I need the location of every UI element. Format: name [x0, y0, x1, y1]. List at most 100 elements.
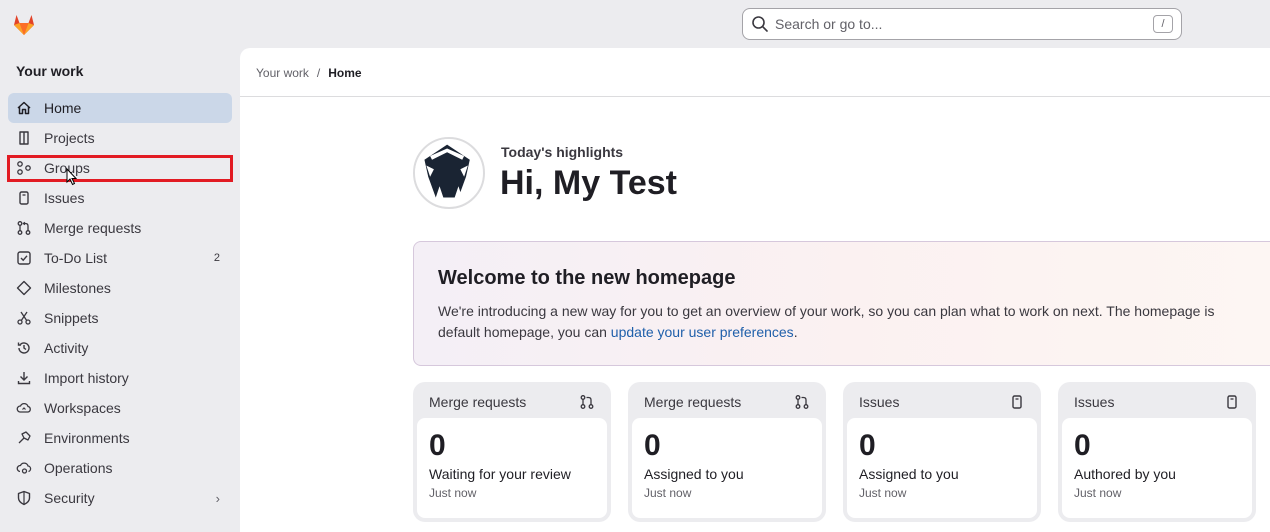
card-timestamp: Just now: [429, 486, 477, 500]
download-icon: [16, 370, 32, 386]
card-title: Merge requests: [429, 394, 527, 410]
card-timestamp: Just now: [1074, 486, 1122, 500]
sidebar-item-home[interactable]: Home: [8, 93, 232, 123]
todays-highlights-label: Today's highlights: [501, 144, 624, 160]
sidebar-item-label: Home: [44, 100, 82, 116]
card-body: 0 Assigned to you Just now: [847, 418, 1037, 518]
sidebar-item-label: Workspaces: [44, 400, 121, 416]
sidebar-item-workspaces[interactable]: Workspaces: [8, 393, 232, 423]
history-icon: [16, 340, 32, 356]
merge-request-icon: [795, 395, 809, 409]
sidebar-item-label: Operations: [44, 460, 113, 476]
sidebar-item-label: Environments: [44, 430, 130, 446]
shield-icon: [16, 490, 32, 506]
summary-cards: Merge requests 0 Waiting for your review…: [413, 382, 1256, 522]
breadcrumb: Your work / Home: [256, 66, 362, 80]
sidebar-item-operations[interactable]: Operations: [8, 453, 232, 483]
breadcrumb-current: Home: [328, 66, 362, 80]
sidebar-title: Your work: [16, 63, 84, 79]
sidebar-item-label: Import history: [44, 370, 129, 386]
card-title: Issues: [1074, 394, 1115, 410]
merge-request-icon: [16, 220, 32, 236]
card-header: Merge requests: [632, 386, 822, 418]
merge-request-icon: [580, 395, 594, 409]
sidebar-item-import-history[interactable]: Import history: [8, 363, 232, 393]
card-body: 0 Waiting for your review Just now: [417, 418, 607, 518]
avatar-image-icon: [415, 139, 480, 204]
card-count: 0: [1074, 429, 1091, 462]
card-count: 0: [644, 429, 661, 462]
card-issues-assigned[interactable]: Issues 0 Assigned to you Just now: [843, 382, 1041, 522]
page-title: Hi, My Test: [500, 164, 677, 202]
workspace-icon: [16, 400, 32, 416]
sidebar-item-milestones[interactable]: Milestones: [8, 273, 232, 303]
sidebar-item-activity[interactable]: Activity: [8, 333, 232, 363]
sidebar-item-merge-requests[interactable]: Merge requests: [8, 213, 232, 243]
card-label: Assigned to you: [859, 466, 959, 482]
card-label: Waiting for your review: [429, 466, 571, 482]
sidebar-item-label: Issues: [44, 190, 85, 206]
cloud-gear-icon: [16, 460, 32, 476]
card-issues-authored[interactable]: Issues 0 Authored by you Just now: [1058, 382, 1256, 522]
project-icon: [16, 130, 32, 146]
welcome-title: Welcome to the new homepage: [438, 267, 736, 289]
groups-highlight-box: [7, 155, 233, 182]
todo-icon: [16, 250, 32, 266]
issues-icon: [1227, 395, 1237, 409]
card-label: Authored by you: [1074, 466, 1176, 482]
card-title: Issues: [859, 394, 900, 410]
issues-icon: [1012, 395, 1022, 409]
search-icon: [752, 16, 768, 32]
sidebar-item-projects[interactable]: Projects: [8, 123, 232, 153]
sidebar-item-security[interactable]: Security ›: [8, 483, 232, 513]
card-body: 0 Authored by you Just now: [1062, 418, 1252, 518]
welcome-banner: Welcome to the new homepage We're introd…: [413, 241, 1270, 366]
welcome-text-line1: We're introducing a new way for you to g…: [438, 303, 1215, 319]
search-input[interactable]: Search or go to... /: [742, 8, 1182, 40]
sidebar-item-issues[interactable]: Issues: [8, 183, 232, 213]
card-timestamp: Just now: [644, 486, 692, 500]
card-header: Issues: [1062, 386, 1252, 418]
card-title: Merge requests: [644, 394, 742, 410]
welcome-text: We're introducing a new way for you to g…: [438, 301, 1270, 343]
avatar[interactable]: [413, 137, 485, 209]
header-divider: [240, 96, 1270, 97]
chevron-right-icon: ›: [215, 490, 220, 506]
sidebar-item-label: To-Do List: [44, 250, 108, 266]
sidebar-item-label: Snippets: [44, 310, 99, 326]
welcome-text-line2: default homepage, you can: [438, 324, 607, 340]
user-preferences-link[interactable]: update your user preferences: [611, 324, 794, 340]
card-count: 0: [859, 429, 876, 462]
main-content: Your work / Home Today's highlights Hi, …: [240, 48, 1270, 532]
snippet-icon: [16, 310, 32, 326]
home-icon: [16, 100, 32, 116]
card-header: Merge requests: [417, 386, 607, 418]
mouse-cursor-icon: [66, 168, 78, 186]
milestone-icon: [16, 280, 32, 296]
sidebar-item-label: Merge requests: [44, 220, 142, 236]
card-mr-review[interactable]: Merge requests 0 Waiting for your review…: [413, 382, 611, 522]
todo-count-badge: 2: [213, 252, 220, 264]
sidebar-item-label: Projects: [44, 130, 95, 146]
sidebar-item-label: Activity: [44, 340, 89, 356]
sidebar-item-label: Security: [44, 490, 95, 506]
card-mr-assigned[interactable]: Merge requests 0 Assigned to you Just no…: [628, 382, 826, 522]
issues-icon: [16, 190, 32, 206]
sidebar-item-todo-list[interactable]: To-Do List 2: [8, 243, 232, 273]
welcome-text-end: .: [793, 324, 798, 340]
card-timestamp: Just now: [859, 486, 907, 500]
card-body: 0 Assigned to you Just now: [632, 418, 822, 518]
search-shortcut-hint: /: [1153, 15, 1173, 33]
sidebar: Your work Home Projects Groups Issues Me…: [0, 48, 240, 532]
breadcrumb-parent[interactable]: Your work: [256, 66, 309, 80]
environment-icon: [16, 430, 32, 446]
breadcrumb-separator: /: [316, 66, 321, 80]
sidebar-item-snippets[interactable]: Snippets: [8, 303, 232, 333]
search-placeholder: Search or go to...: [775, 16, 883, 32]
gitlab-logo-icon[interactable]: [10, 10, 38, 38]
sidebar-item-environments[interactable]: Environments: [8, 423, 232, 453]
sidebar-item-label: Milestones: [44, 280, 111, 296]
card-header: Issues: [847, 386, 1037, 418]
card-count: 0: [429, 429, 446, 462]
card-label: Assigned to you: [644, 466, 744, 482]
